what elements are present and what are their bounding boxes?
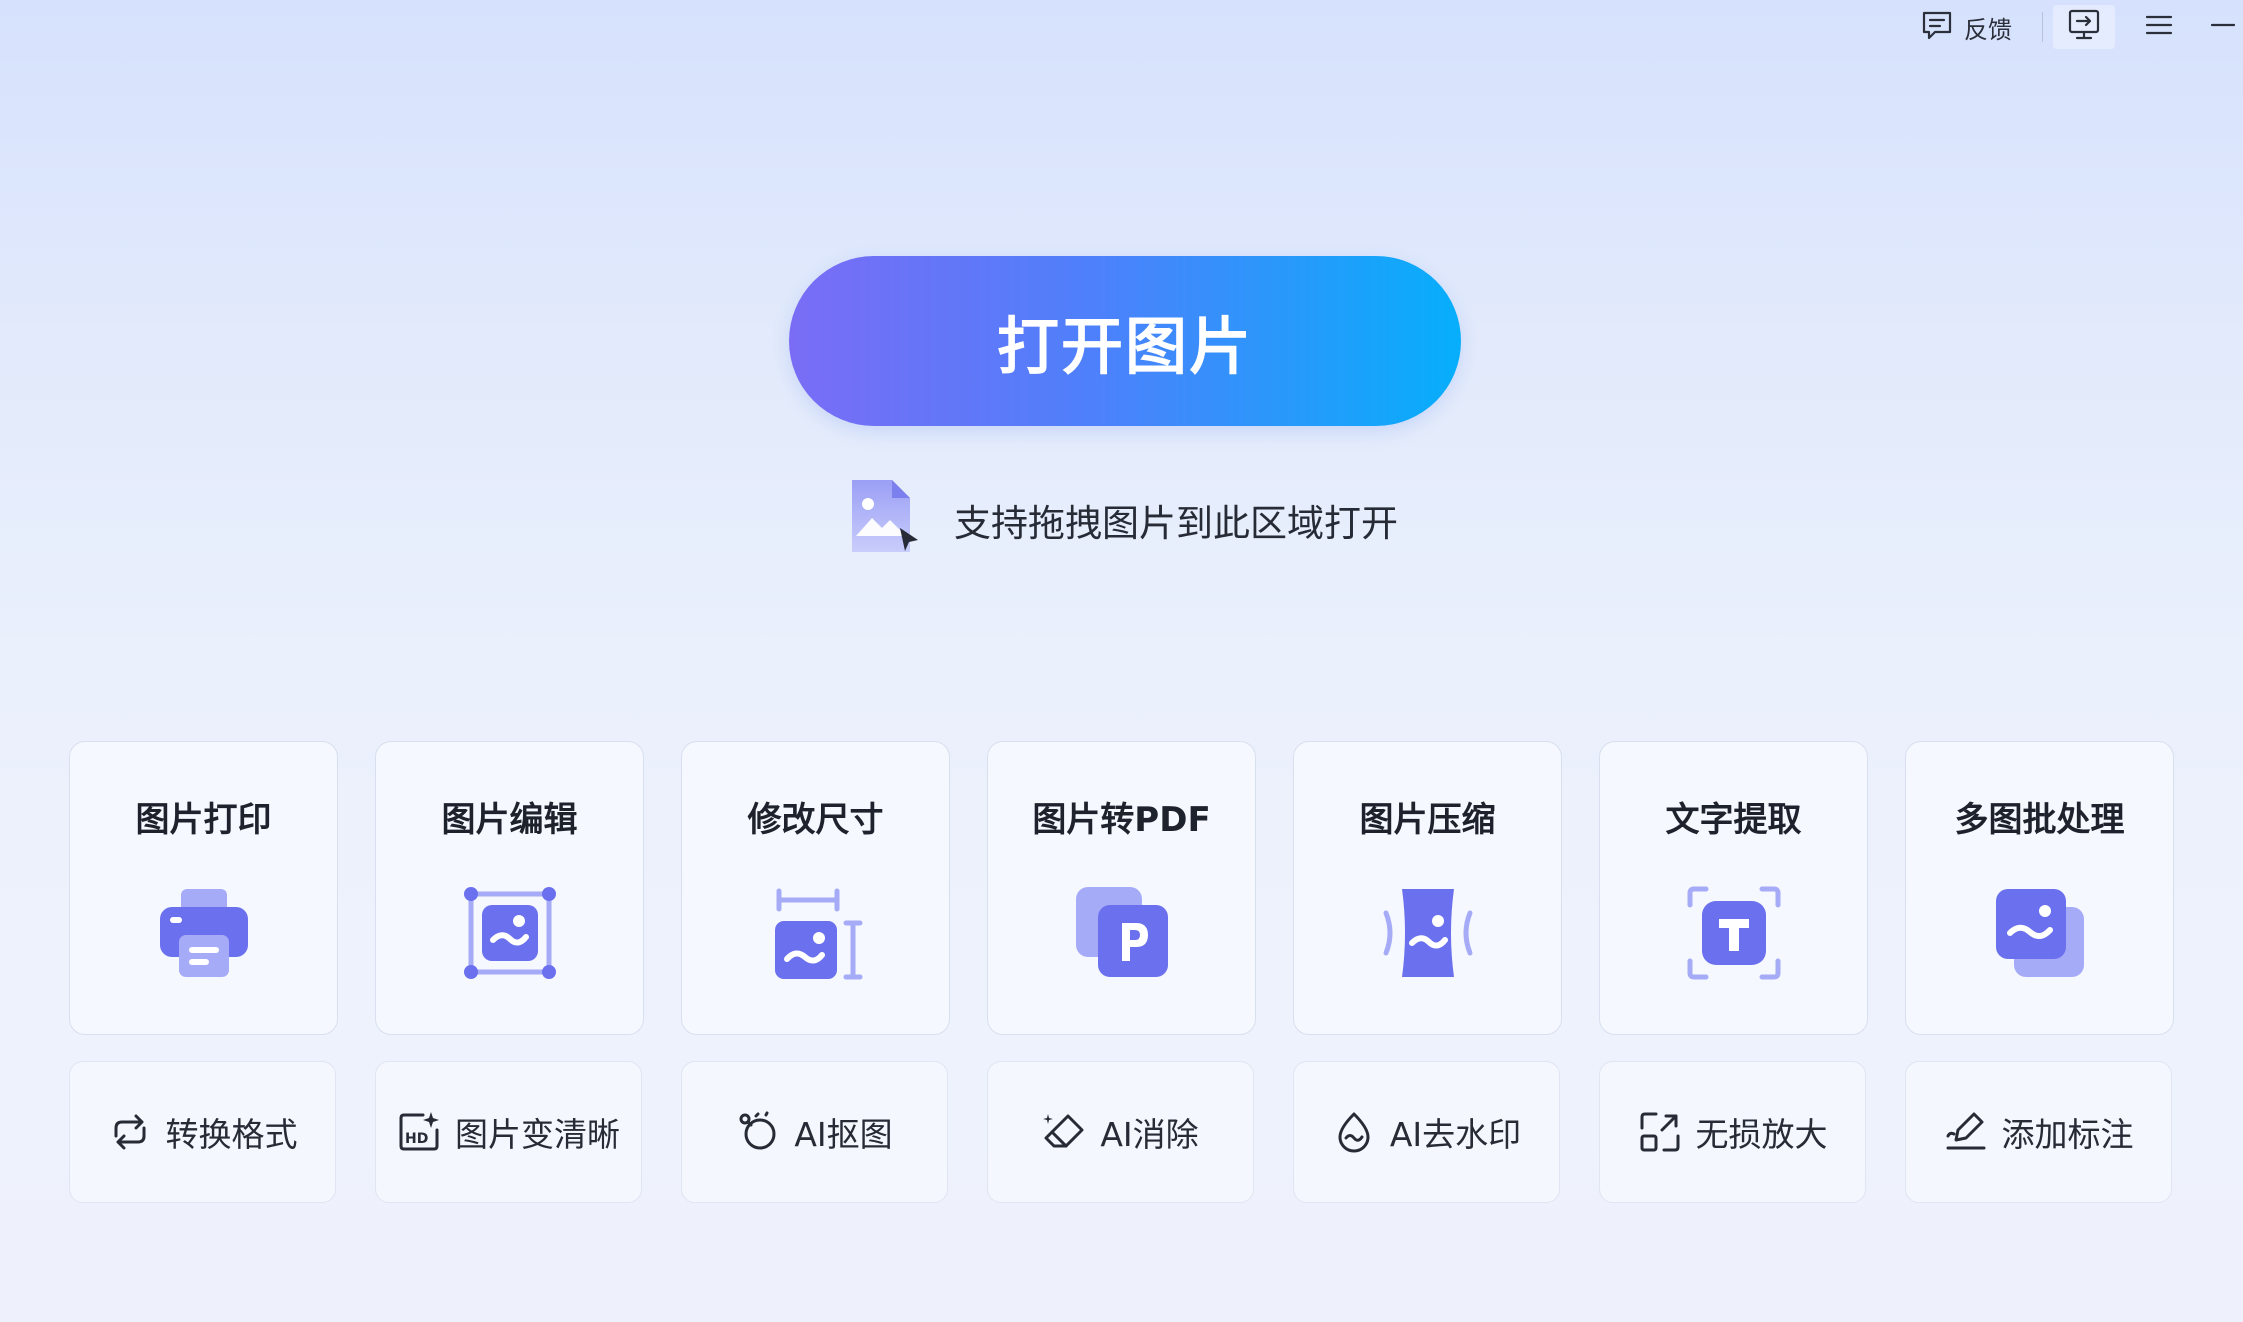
card-image-print[interactable]: 图片打印: [69, 741, 338, 1035]
tool-label: AI消除: [1100, 1115, 1199, 1154]
minimize-icon: [2210, 12, 2236, 42]
resize-icon: [774, 888, 862, 980]
tool-lossless-enlarge[interactable]: 无损放大: [1599, 1061, 1866, 1203]
menu-icon: [2144, 10, 2174, 44]
tool-label: 无损放大: [1695, 1115, 1828, 1154]
convert-icon: [114, 1114, 145, 1150]
tool-label: 图片变清晰: [455, 1115, 620, 1154]
screen-cast-button[interactable]: [2053, 5, 2115, 49]
annotate-icon: [1946, 1112, 1985, 1150]
eraser-icon: [1043, 1114, 1084, 1148]
text-extract-icon: [1687, 886, 1780, 980]
card-label: 修改尺寸: [747, 800, 884, 840]
drag-image-icon: [848, 478, 920, 562]
card-text-extract[interactable]: 文字提取: [1599, 741, 1868, 1035]
tool-buttons: 转换格式 HD 图片变清晰 AI抠图 AI消除 AI去水印 无损放大 添加标注: [69, 1061, 2172, 1203]
menu-button[interactable]: [2131, 5, 2187, 49]
tool-label: AI抠图: [794, 1115, 893, 1154]
open-image-button[interactable]: 打开图片: [789, 256, 1461, 426]
tool-image-sharpen[interactable]: HD 图片变清晰: [375, 1061, 642, 1203]
feedback-button[interactable]: 反馈: [1908, 7, 2024, 47]
cutout-icon: [739, 1111, 776, 1150]
tool-ai-remove-watermark[interactable]: AI去水印: [1293, 1061, 1560, 1203]
tool-ai-cutout[interactable]: AI抠图: [681, 1061, 948, 1203]
feedback-label: 反馈: [1964, 15, 2012, 44]
card-label: 图片转PDF: [1032, 800, 1211, 840]
screen-cast-icon: [2066, 7, 2102, 47]
printer-icon: [159, 889, 248, 977]
pdf-icon: [1075, 887, 1168, 977]
compress-icon: [1383, 889, 1472, 977]
hd-icon: HD: [399, 1112, 439, 1151]
card-image-compress[interactable]: 图片压缩: [1293, 741, 1562, 1035]
feedback-icon: [1920, 8, 1954, 46]
tool-label: 添加标注: [2001, 1115, 2134, 1154]
image-edit-icon: [463, 887, 556, 979]
app-window: 反馈 打开图片 支持拖拽图片到此区域打开 图片打印 图片编辑 修改尺寸 图片转P…: [0, 0, 2243, 1322]
drop-zone-hint: 支持拖拽图片到此区域打开: [848, 480, 1398, 560]
card-image-to-pdf[interactable]: 图片转PDF: [987, 741, 1256, 1035]
title-bar: 反馈: [1908, 0, 2243, 54]
batch-icon: [1995, 889, 2084, 977]
svg-text:HD: HD: [405, 1131, 428, 1147]
tool-convert-format[interactable]: 转换格式: [69, 1061, 336, 1203]
feature-cards: 图片打印 图片编辑 修改尺寸 图片转PDF 图片压缩 文字提取 多图批处理: [69, 741, 2174, 1035]
card-label: 图片编辑: [441, 800, 578, 840]
card-label: 图片压缩: [1359, 800, 1496, 840]
tool-label: 转换格式: [165, 1115, 298, 1154]
enlarge-icon: [1640, 1112, 1679, 1152]
watermark-icon: [1338, 1112, 1370, 1153]
card-label: 文字提取: [1665, 800, 1802, 840]
card-resize[interactable]: 修改尺寸: [681, 741, 950, 1035]
tool-label: AI去水印: [1389, 1115, 1522, 1154]
tool-add-annotation[interactable]: 添加标注: [1905, 1061, 2172, 1203]
card-label: 图片打印: [135, 800, 272, 840]
titlebar-divider: [2042, 12, 2043, 42]
minimize-button[interactable]: [2203, 5, 2243, 49]
tool-ai-erase[interactable]: AI消除: [987, 1061, 1254, 1203]
card-batch-process[interactable]: 多图批处理: [1905, 741, 2174, 1035]
drop-hint-text: 支持拖拽图片到此区域打开: [954, 502, 1398, 545]
card-label: 多图批处理: [1954, 800, 2125, 840]
card-image-edit[interactable]: 图片编辑: [375, 741, 644, 1035]
